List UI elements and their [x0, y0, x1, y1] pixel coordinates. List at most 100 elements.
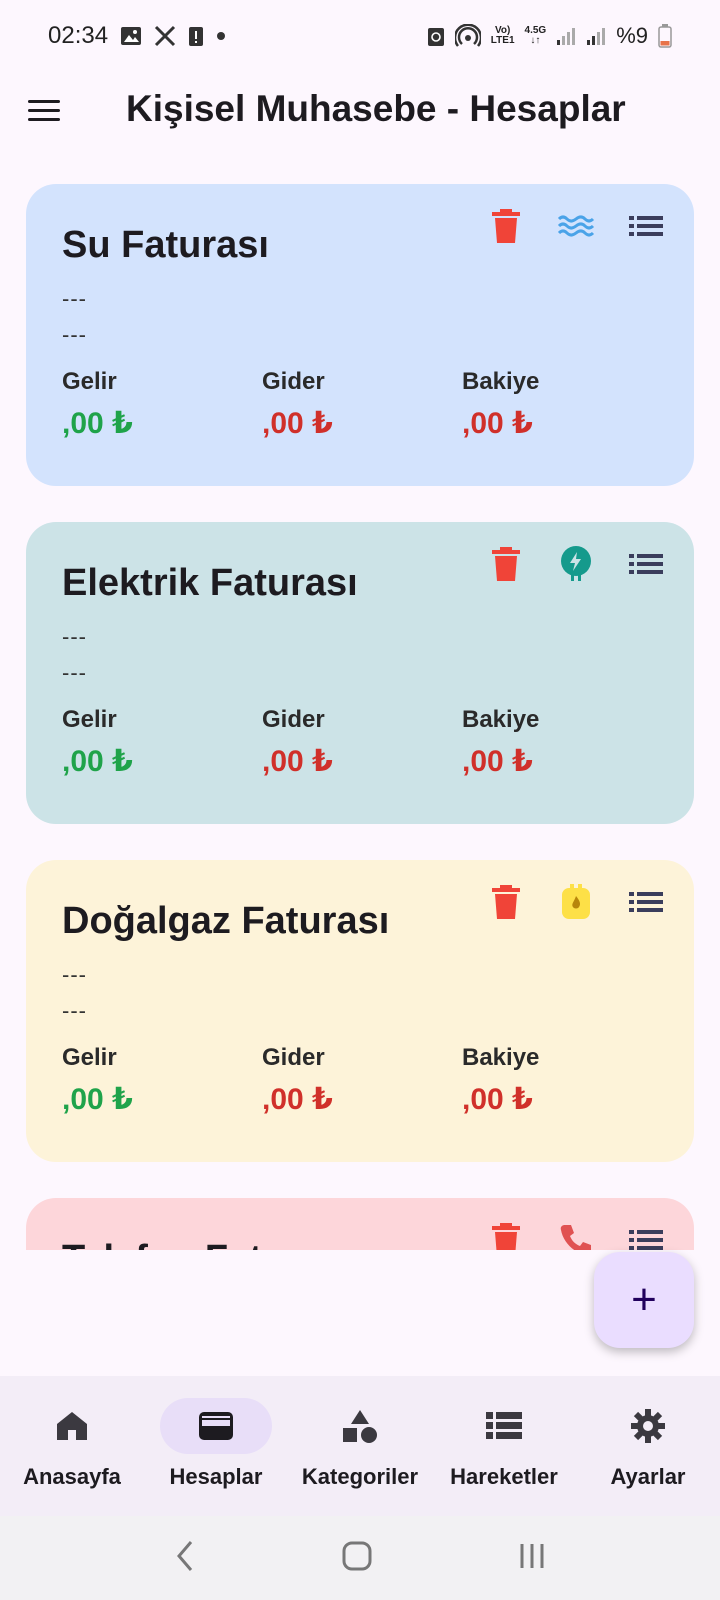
- expense-stat: Gider ,00 ₺: [262, 706, 462, 779]
- status-left: 02:34: [48, 22, 226, 50]
- list-icon[interactable]: [626, 206, 666, 246]
- income-value: ,00 ₺: [62, 407, 133, 440]
- nav-pill: [448, 1398, 560, 1454]
- nav-item-anasayfa[interactable]: Anasayfa: [0, 1376, 144, 1516]
- account-description: ---: [62, 962, 87, 987]
- account-title: Telefon Faturası: [62, 1238, 353, 1250]
- account-note: ---: [62, 660, 87, 685]
- home-button-icon[interactable]: [342, 1541, 372, 1576]
- gas-flame-icon[interactable]: [556, 882, 596, 922]
- nav-label: Hareketler: [450, 1464, 558, 1489]
- delete-icon[interactable]: [486, 1220, 526, 1250]
- account-stats: Gelir ,00 ₺ Gider ,00 ₺ Bakiye ,00 ₺: [62, 368, 662, 441]
- list-icon[interactable]: [626, 1220, 666, 1250]
- lte-label: LTE1: [490, 35, 515, 46]
- account-card-elektrik[interactable]: Elektrik Faturası --- --- Gelir ,00 ₺ Gi…: [26, 522, 694, 824]
- account-description: ---: [62, 624, 87, 649]
- balance-value: ,00 ₺: [462, 1083, 533, 1116]
- back-icon[interactable]: [173, 1539, 197, 1578]
- hotspot-icon: [454, 24, 481, 48]
- delete-icon[interactable]: [486, 544, 526, 584]
- nav-label: Ayarlar: [610, 1464, 686, 1489]
- electric-bolt-icon[interactable]: [556, 544, 596, 584]
- card-actions: [486, 544, 666, 584]
- delete-icon[interactable]: [486, 882, 526, 922]
- nav-label: Hesaplar: [169, 1464, 263, 1489]
- alert-notification-icon: [188, 25, 204, 47]
- balance-stat: Bakiye ,00 ₺: [462, 368, 662, 441]
- bottom-navigation: Anasayfa Hesaplar Kategoriler Hareketler: [0, 1376, 720, 1516]
- card-actions: [486, 882, 666, 922]
- income-stat: Gelir ,00 ₺: [62, 368, 262, 441]
- account-stats: Gelir ,00 ₺ Gider ,00 ₺ Bakiye ,00 ₺: [62, 706, 662, 779]
- account-description: ---: [62, 286, 87, 311]
- income-value: ,00 ₺: [62, 1083, 133, 1116]
- category-icon: [343, 1410, 377, 1443]
- account-title: Elektrik Faturası: [62, 562, 358, 604]
- data-arrows-icon: ↓↑: [530, 35, 541, 46]
- page-title: Kişisel Muhasebe - Hesaplar: [126, 88, 626, 129]
- expense-label: Gider: [262, 706, 325, 733]
- balance-label: Bakiye: [462, 706, 540, 733]
- income-value: ,00 ₺: [62, 745, 133, 778]
- nav-item-hareketler[interactable]: Hareketler: [432, 1376, 576, 1516]
- nav-pill: [304, 1398, 416, 1454]
- volte-indicator: Vo) LTE1: [491, 26, 515, 46]
- add-account-button[interactable]: +: [594, 1252, 694, 1348]
- nav-item-kategoriler[interactable]: Kategoriler: [288, 1376, 432, 1516]
- nav-label: Anasayfa: [23, 1464, 121, 1489]
- water-waves-icon[interactable]: [556, 206, 596, 246]
- account-note: ---: [62, 998, 87, 1023]
- expense-value: ,00 ₺: [262, 407, 333, 440]
- gallery-notification-icon: [120, 26, 142, 46]
- phone-icon[interactable]: [556, 1220, 596, 1250]
- battery-percent: %9: [616, 23, 648, 48]
- delete-icon[interactable]: [486, 206, 526, 246]
- nav-pill-active: [160, 1398, 272, 1454]
- status-time: 02:34: [48, 22, 109, 49]
- recents-icon[interactable]: [517, 1541, 547, 1576]
- account-title: Su Faturası: [62, 224, 269, 266]
- account-note: ---: [62, 322, 87, 347]
- menu-icon[interactable]: [28, 90, 68, 130]
- nav-item-hesaplar[interactable]: Hesaplar: [144, 1376, 288, 1516]
- status-right: Vo) LTE1 4.5G ↓↑ %9: [427, 23, 672, 49]
- more-notifications-dot-icon: [216, 31, 226, 41]
- account-list[interactable]: Su Faturası --- --- Gelir ,00 ₺ Gider ,0…: [0, 178, 720, 1250]
- income-label: Gelir: [62, 706, 117, 733]
- list-icon[interactable]: [626, 882, 666, 922]
- income-label: Gelir: [62, 1044, 117, 1071]
- expense-value: ,00 ₺: [262, 745, 333, 778]
- balance-value: ,00 ₺: [462, 407, 533, 440]
- expense-label: Gider: [262, 1044, 325, 1071]
- system-navigation-bar: [0, 1516, 720, 1600]
- account-stats: Gelir ,00 ₺ Gider ,00 ₺ Bakiye ,00 ₺: [62, 1044, 662, 1117]
- account-card-telefon[interactable]: Telefon Faturası: [26, 1198, 694, 1250]
- nav-item-ayarlar[interactable]: Ayarlar: [576, 1376, 720, 1516]
- account-card-su[interactable]: Su Faturası --- --- Gelir ,00 ₺ Gider ,0…: [26, 184, 694, 486]
- wallet-icon: [199, 1412, 233, 1440]
- card-actions: [486, 206, 666, 246]
- app-bar: Kişisel Muhasebe - Hesaplar: [0, 72, 720, 148]
- income-stat: Gelir ,00 ₺: [62, 1044, 262, 1117]
- balance-stat: Bakiye ,00 ₺: [462, 1044, 662, 1117]
- balance-stat: Bakiye ,00 ₺: [462, 706, 662, 779]
- account-card-dogalgaz[interactable]: Doğalgaz Faturası --- --- Gelir ,00 ₺ Gi…: [26, 860, 694, 1162]
- list-icon: [486, 1412, 522, 1439]
- recycle-icon: [427, 25, 445, 47]
- income-stat: Gelir ,00 ₺: [62, 706, 262, 779]
- income-label: Gelir: [62, 368, 117, 395]
- network-gen-indicator: 4.5G ↓↑: [525, 26, 547, 46]
- expense-stat: Gider ,00 ₺: [262, 368, 462, 441]
- gear-icon: [631, 1409, 665, 1443]
- balance-label: Bakiye: [462, 368, 540, 395]
- nav-label: Kategoriler: [301, 1464, 419, 1489]
- battery-icon: [658, 24, 672, 48]
- nav-pill: [592, 1398, 704, 1454]
- signal-2-icon: [586, 26, 606, 46]
- card-actions: [486, 1220, 666, 1250]
- list-icon[interactable]: [626, 544, 666, 584]
- signal-1-icon: [556, 26, 576, 46]
- account-title: Doğalgaz Faturası: [62, 900, 390, 942]
- nav-pill: [16, 1398, 128, 1454]
